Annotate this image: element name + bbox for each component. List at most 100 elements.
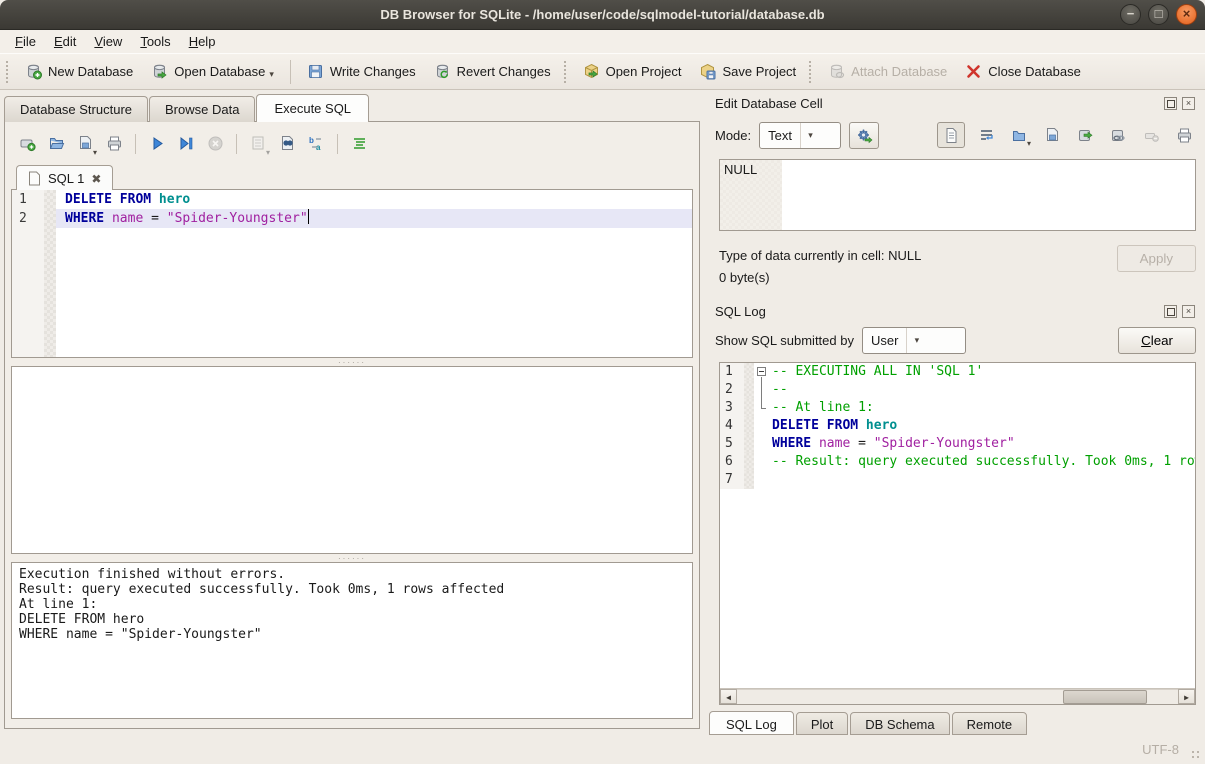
close-button[interactable]: × [1176, 4, 1197, 25]
revert-changes-button[interactable]: Revert Changes [425, 58, 560, 85]
menu-help[interactable]: Help [180, 31, 225, 52]
open-cell-data-button[interactable]: ▾ [1007, 123, 1031, 147]
format-sql-button[interactable] [347, 132, 371, 156]
close-dock-icon[interactable]: × [1182, 305, 1195, 318]
close-icon: × [1186, 306, 1191, 316]
float-dock-icon[interactable] [1164, 97, 1177, 110]
toolbar-separator [135, 134, 136, 154]
open-project-label: Open Project [606, 64, 682, 79]
sql-tab[interactable]: SQL 1 ✖ [16, 165, 113, 190]
toolbar-separator [236, 134, 237, 154]
write-changes-button[interactable]: Write Changes [298, 58, 425, 85]
menu-view[interactable]: View [85, 31, 131, 52]
open-dropdown-icon[interactable]: ▾ [1027, 139, 1031, 148]
set-null-icon [1143, 127, 1160, 144]
resize-grip[interactable] [1191, 750, 1201, 760]
new-database-button[interactable]: New Database [16, 58, 142, 85]
save-file-dropdown-icon[interactable]: ▾ [93, 148, 97, 157]
sql-keyword: DELETE FROM [772, 418, 866, 433]
clear-log-button[interactable]: Clear [1118, 327, 1196, 354]
save-file-icon [77, 135, 94, 152]
editor-fold-margin [44, 190, 56, 357]
menu-tools[interactable]: Tools [131, 31, 179, 52]
toolbar-drag-handle[interactable] [564, 61, 570, 83]
sql-comment: -- [769, 381, 788, 399]
main-tab-bar: Database Structure Browse Data Execute S… [0, 90, 705, 122]
text-cursor [308, 209, 309, 224]
export-cell-button[interactable] [1073, 123, 1097, 147]
results-grid[interactable] [11, 366, 693, 554]
cell-value-editor[interactable]: NULL [719, 159, 1196, 231]
save-sql-file-button[interactable]: ▾ [73, 132, 97, 156]
open-database-label: Open Database [174, 64, 265, 79]
close-dock-icon[interactable]: × [1182, 97, 1195, 110]
print-button[interactable] [102, 132, 126, 156]
maximize-button[interactable]: □ [1148, 4, 1169, 25]
dock-tab-remote[interactable]: Remote [952, 712, 1028, 735]
mode-select[interactable]: Text ▾ [759, 122, 841, 149]
execute-current-line-button[interactable] [174, 132, 198, 156]
open-file-icon [48, 135, 65, 152]
close-icon: × [1186, 98, 1191, 108]
menu-file[interactable]: File [6, 31, 45, 52]
submitted-by-select[interactable]: User ▾ [862, 327, 966, 354]
scroll-left-icon[interactable]: ◀ [720, 689, 737, 704]
find-replace-button[interactable]: b a [304, 132, 328, 156]
log-line-3: 3-- At line 1: [720, 399, 1195, 417]
open-sql-file-button[interactable] [44, 132, 68, 156]
tab-execute-sql[interactable]: Execute SQL [256, 94, 369, 122]
open-database-icon [151, 63, 168, 80]
toolbar-drag-handle[interactable] [809, 61, 815, 83]
title-bar: DB Browser for SQLite - /home/user/code/… [0, 0, 1205, 30]
horizontal-scrollbar[interactable]: ◀ ▶ [720, 688, 1195, 704]
scrollbar-thumb[interactable] [1063, 690, 1147, 704]
close-database-label: Close Database [988, 64, 1081, 79]
execution-message-panel[interactable]: Execution finished without errors. Resul… [11, 562, 693, 719]
sql-identifier: name [819, 436, 850, 451]
find-button[interactable] [275, 132, 299, 156]
minimize-button[interactable]: − [1120, 4, 1141, 25]
open-database-button[interactable]: Open Database ▾ [142, 58, 283, 85]
word-wrap-toggle[interactable] [974, 123, 998, 147]
save-cell-data-button[interactable] [1040, 123, 1064, 147]
log-line-2: 2-- [720, 381, 1195, 399]
float-dock-icon[interactable] [1164, 305, 1177, 318]
splitter-handle[interactable]: ······ [11, 554, 693, 562]
open-database-dropdown-icon[interactable]: ▾ [269, 69, 274, 80]
sql-statement: DELETE FROM hero [769, 417, 897, 435]
menu-edit[interactable]: Edit [45, 31, 85, 52]
encoding-indicator[interactable]: UTF-8 [1142, 742, 1179, 757]
toolbar-drag-handle[interactable] [6, 61, 12, 83]
left-pane: Database Structure Browse Data Execute S… [0, 90, 705, 735]
dock-tab-plot[interactable]: Plot [796, 712, 848, 735]
open-project-button[interactable]: Open Project [574, 58, 691, 85]
log-line-4: 4DELETE FROM hero [720, 417, 1195, 435]
line-number: 5 [720, 435, 744, 453]
scroll-right-icon[interactable]: ▶ [1178, 689, 1195, 704]
window-controls: − □ × [1120, 4, 1197, 25]
splitter-handle[interactable]: ······ [11, 358, 693, 366]
print-cell-button[interactable] [1172, 123, 1196, 147]
right-pane: Edit Database Cell × Mode: Text ▾ [705, 90, 1205, 735]
text-mode-toggle[interactable] [937, 122, 965, 148]
cell-size-info: 0 byte(s) [719, 267, 1117, 289]
dock-tab-sql-log[interactable]: SQL Log [709, 711, 794, 735]
tab-database-structure[interactable]: Database Structure [4, 96, 148, 122]
fold-collapse-icon[interactable] [754, 363, 769, 381]
stop-icon [207, 135, 224, 152]
sql-code-editor[interactable]: 1 2 DELETE FROM hero WHERE name = "Spide… [11, 189, 693, 358]
tab-browse-data[interactable]: Browse Data [149, 96, 255, 122]
link-cell-button[interactable] [1106, 123, 1130, 147]
sql-keyword: WHERE [772, 436, 819, 451]
close-database-button[interactable]: Close Database [956, 58, 1090, 85]
scrollbar-track[interactable] [737, 689, 1178, 704]
dock-tab-db-schema[interactable]: DB Schema [850, 712, 949, 735]
close-tab-icon[interactable]: ✖ [91, 172, 101, 186]
editor-code-area[interactable]: DELETE FROM hero WHERE name = "Spider-Yo… [56, 190, 692, 357]
execute-all-button[interactable] [145, 132, 169, 156]
new-sql-tab-button[interactable] [15, 132, 39, 156]
save-project-button[interactable]: Save Project [690, 58, 805, 85]
sql-editor-toolbar: ▾ [11, 127, 693, 160]
sql-log-view[interactable]: 1-- EXECUTING ALL IN 'SQL 1' 2-- 3-- At … [719, 362, 1196, 705]
import-from-file-button[interactable] [849, 122, 879, 149]
